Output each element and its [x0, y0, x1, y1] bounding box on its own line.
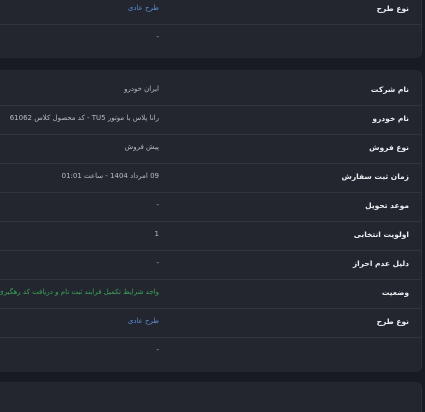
company-label: نام شرکت — [370, 85, 409, 94]
reject-reason-value: - — [156, 259, 159, 267]
delivery-label: موعد تحویل — [365, 201, 409, 210]
car-name-label: نام خودرو — [372, 114, 409, 123]
design-type-label: نوع طرح — [376, 317, 409, 326]
status-row: وضعیت واجد شرایط تکمیل فرایند ثبت نام و … — [0, 280, 421, 309]
priority-label: اولویت انتخابی — [353, 230, 409, 239]
reject-reason-label: دلیل عدم احراز — [352, 259, 409, 268]
priority-value: 1 — [154, 230, 159, 238]
design-type-label: نوع طرح — [376, 4, 409, 13]
car-name-row: نام خودرو رانا پلاس با موتور TU5 - کد مح… — [0, 106, 421, 135]
sale-type-value: پیش فروش — [124, 143, 159, 151]
sale-type-row: نوع فروش پیش فروش — [0, 135, 421, 164]
design-type-value[interactable]: طرح عادی — [128, 317, 159, 325]
order-time-label: زمان ثبت سفارش — [341, 172, 409, 181]
empty-value: - — [156, 346, 159, 354]
design-type-row: نوع طرح طرح عادی — [0, 0, 421, 25]
delivery-value: - — [156, 201, 159, 209]
empty-row: - — [0, 25, 421, 53]
sale-type-label: نوع فروش — [369, 143, 409, 152]
empty-row: - — [0, 338, 421, 366]
order-card: نام شرکت ایران خودرو نام خودرو رانا پلاس… — [0, 70, 422, 372]
order-time-value: 09 امرداد 1404 - ساعت 01:01 — [61, 172, 159, 180]
priority-row: اولویت انتخابی 1 — [0, 222, 421, 251]
design-type-row: نوع طرح طرح عادی — [0, 309, 421, 338]
order-card-next — [0, 382, 422, 412]
delivery-row: موعد تحویل - — [0, 193, 421, 222]
status-value: واجد شرایط تکمیل فرایند ثبت نام و دریافت… — [0, 288, 159, 296]
reject-reason-row: دلیل عدم احراز - — [0, 251, 421, 280]
company-row: نام شرکت ایران خودرو — [0, 77, 421, 106]
order-card-previous: نوع طرح طرح عادی - — [0, 0, 422, 58]
order-time-row: زمان ثبت سفارش 09 امرداد 1404 - ساعت 01:… — [0, 164, 421, 193]
status-label: وضعیت — [381, 288, 409, 297]
empty-value: - — [156, 33, 159, 41]
company-value: ایران خودرو — [124, 85, 159, 93]
design-type-value[interactable]: طرح عادی — [128, 4, 159, 12]
car-name-value: رانا پلاس با موتور TU5 - کد محصول کلاس 6… — [9, 114, 159, 122]
